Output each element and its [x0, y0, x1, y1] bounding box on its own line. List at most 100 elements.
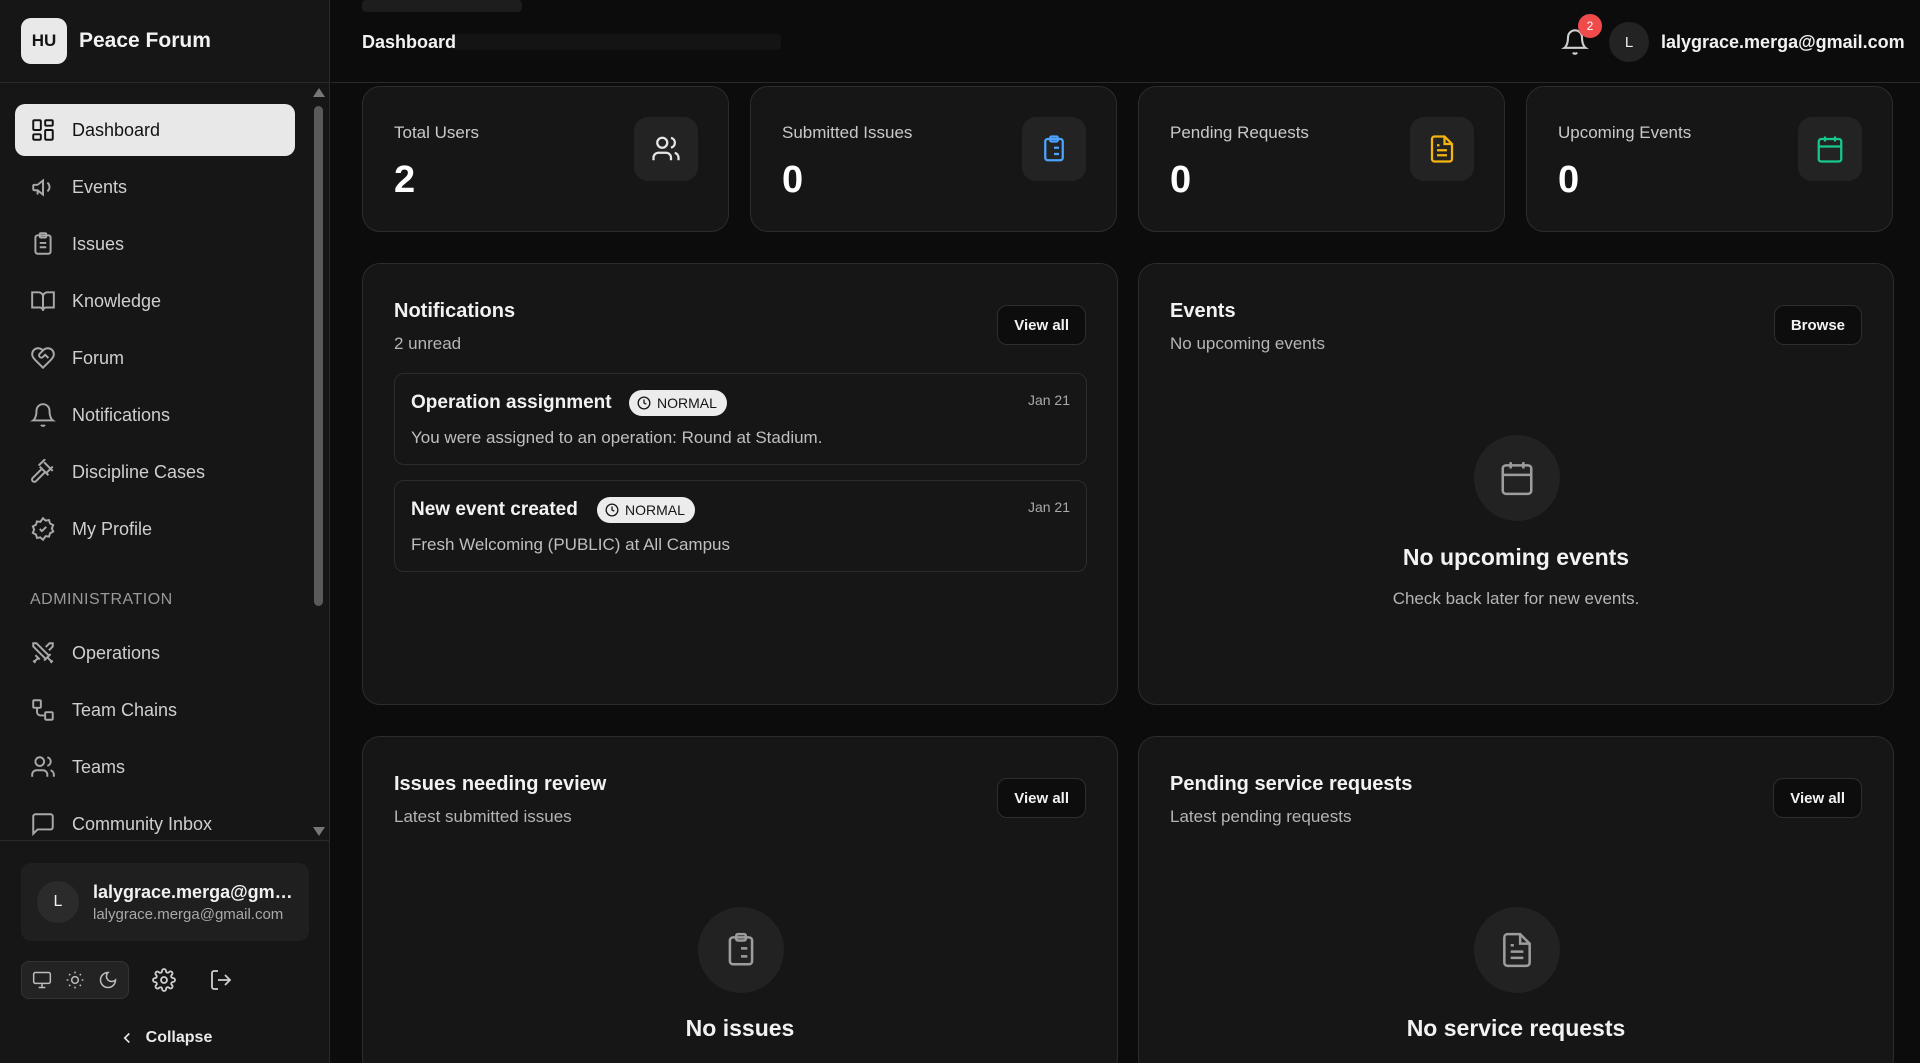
- notification-count-badge: 2: [1578, 14, 1602, 38]
- notification-item[interactable]: Operation assignment NORMAL Jan 21 You w…: [394, 373, 1087, 465]
- monitor-icon[interactable]: [32, 970, 52, 990]
- user-email: lalygrace.merga@gmail.com: [93, 905, 284, 923]
- clipboard-icon: [34, 232, 52, 255]
- notification-body: You were assigned to an operation: Round…: [411, 428, 823, 447]
- notification-title: Operation assignment: [411, 392, 612, 413]
- gear-icon[interactable]: [152, 968, 176, 992]
- message-square-icon: [32, 813, 54, 837]
- panel-title: Events: [1170, 300, 1236, 322]
- panel-subtitle: 2 unread: [394, 334, 462, 353]
- header-avatar[interactable]: L: [1609, 22, 1649, 62]
- badge-check-icon: [31, 516, 55, 542]
- stat-label: Total Users: [394, 123, 480, 142]
- chevron-left-icon: [123, 1032, 130, 1044]
- sidebar-item-teams[interactable]: Teams: [15, 741, 295, 793]
- sidebar-item-community-inbox[interactable]: Community Inbox: [15, 798, 295, 840]
- sidebar-item-operations[interactable]: Operations: [15, 627, 295, 679]
- user-name: lalygrace.merga@gmail.com: [93, 881, 293, 902]
- sidebar-item-my-profile[interactable]: My Profile: [15, 503, 295, 555]
- moon-icon[interactable]: [98, 970, 118, 990]
- empty-state-title: No issues: [685, 1015, 795, 1041]
- theme-switcher: [21, 961, 129, 999]
- sidebar-item-knowledge[interactable]: Knowledge: [15, 275, 295, 327]
- sidebar-item-label: Team Chains: [72, 699, 178, 720]
- brand-name: Peace Forum: [79, 29, 211, 52]
- avatar: L: [37, 881, 79, 923]
- page-title: Dashboard: [362, 32, 457, 52]
- sidebar-item-label: Dashboard: [72, 119, 161, 140]
- users-icon: [31, 756, 55, 777]
- notification-date: Jan 21: [1027, 499, 1070, 515]
- sidebar-item-team-chains[interactable]: Team Chains: [15, 684, 295, 736]
- blurred-subheading: [451, 34, 781, 50]
- stat-value: 0: [1170, 159, 1192, 201]
- clock-icon: [605, 503, 619, 517]
- sidebar-item-label: Operations: [72, 642, 161, 663]
- sidebar-item-forum[interactable]: Forum: [15, 332, 295, 384]
- brand[interactable]: HU Peace Forum: [0, 0, 329, 83]
- sidebar-item-label: Knowledge: [72, 290, 162, 311]
- sidebar-item-label: My Profile: [72, 518, 153, 539]
- empty-state-icon: [1474, 435, 1560, 521]
- events-panel: Events No upcoming events Browse No upco…: [1138, 263, 1894, 705]
- empty-state-icon: [1474, 907, 1560, 993]
- sidebar-item-dashboard[interactable]: Dashboard: [15, 104, 295, 156]
- scroll-thumb[interactable]: [314, 106, 323, 606]
- stat-label: Pending Requests: [1170, 123, 1309, 142]
- panel-title: Issues needing review: [394, 773, 607, 795]
- brand-logo: HU: [21, 18, 67, 64]
- section-label-administration: ADMINISTRATION: [30, 591, 173, 608]
- book-icon: [31, 291, 55, 311]
- stat-icon-box: [634, 117, 698, 181]
- panel-subtitle: Latest pending requests: [1170, 807, 1352, 826]
- heart-handshake-icon: [31, 347, 55, 370]
- logout-icon[interactable]: [209, 968, 233, 992]
- stat-icon-box: [1410, 117, 1474, 181]
- sidebar-item-label: Discipline Cases: [72, 461, 206, 482]
- stat-card-pending-requests: Pending Requests 0: [1138, 86, 1505, 232]
- service-requests-panel: Pending service requests Latest pending …: [1138, 736, 1894, 1063]
- sidebar: HU Peace Forum Dashboard Events Issues K…: [0, 0, 330, 1063]
- issues-panel: Issues needing review Latest submitted i…: [362, 736, 1118, 1063]
- collapse-button[interactable]: Collapse: [0, 1023, 330, 1053]
- view-all-issues-button[interactable]: View all: [997, 778, 1086, 818]
- sidebar-item-label: Issues: [72, 233, 125, 254]
- notification-item[interactable]: New event created NORMAL Jan 21 Fresh We…: [394, 480, 1087, 572]
- badge-label: NORMAL: [625, 502, 685, 518]
- panel-subtitle: No upcoming events: [1170, 334, 1325, 353]
- sidebar-item-label: Notifications: [72, 404, 171, 425]
- sidebar-item-issues[interactable]: Issues: [15, 218, 295, 270]
- browse-events-button[interactable]: Browse: [1773, 305, 1862, 345]
- sun-icon[interactable]: [65, 970, 85, 990]
- gavel-icon: [31, 459, 54, 483]
- view-all-requests-button[interactable]: View all: [1773, 778, 1862, 818]
- sidebar-item-events[interactable]: Events: [15, 161, 295, 213]
- stat-label: Upcoming Events: [1558, 123, 1692, 142]
- panel-subtitle: Latest submitted issues: [394, 807, 572, 826]
- stat-icon-box: [1798, 117, 1862, 181]
- calendar-icon: [1817, 136, 1843, 163]
- sidebar-footer: L lalygrace.merga@gmail.com lalygrace.me…: [0, 840, 330, 1063]
- stat-card-submitted-issues: Submitted Issues 0: [750, 86, 1117, 232]
- view-all-notifications-button[interactable]: View all: [997, 305, 1086, 345]
- panel-title: Notifications: [394, 300, 516, 322]
- scroll-down-arrow[interactable]: [313, 827, 325, 836]
- empty-state-subtitle: Check back later for new events.: [1392, 589, 1640, 608]
- notification-body: Fresh Welcoming (PUBLIC) at All Campus: [411, 535, 731, 554]
- clipboard-list-icon: [728, 932, 754, 966]
- user-card[interactable]: L lalygrace.merga@gmail.com lalygrace.me…: [21, 863, 309, 941]
- scroll-up-arrow[interactable]: [313, 88, 325, 97]
- sidebar-item-discipline-cases[interactable]: Discipline Cases: [15, 446, 295, 498]
- swords-icon: [32, 642, 54, 664]
- stat-value: 2: [394, 159, 416, 201]
- stat-value: 0: [1558, 159, 1580, 201]
- sidebar-scrollbar[interactable]: [310, 84, 326, 840]
- users-icon: [652, 136, 680, 161]
- empty-state-title: No upcoming events: [1402, 544, 1630, 570]
- top-header: Dashboard 2 L lalygrace.merga@gmail.com: [331, 0, 1920, 83]
- collapse-label: Collapse: [145, 1029, 213, 1046]
- header-user-email[interactable]: lalygrace.merga@gmail.com: [1661, 32, 1905, 53]
- sidebar-item-notifications[interactable]: Notifications: [15, 389, 295, 441]
- clipboard-list-icon: [1044, 135, 1064, 162]
- badge-label: NORMAL: [657, 395, 717, 411]
